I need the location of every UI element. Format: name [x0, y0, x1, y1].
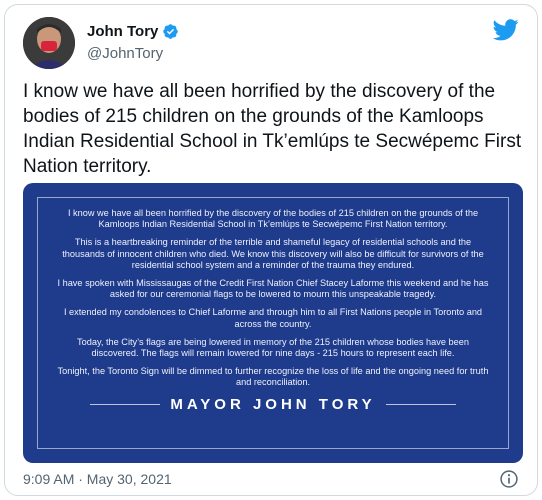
author-name-text[interactable]: John Tory: [87, 23, 158, 40]
tweet-timestamp[interactable]: 9:09 AM · May 30, 2021: [23, 471, 172, 487]
signature-rule-right: [385, 403, 456, 405]
statement-paragraph: I have spoken with Mississaugas of the C…: [57, 278, 489, 300]
tweet-card: John Tory @JohnTory I know we have all b…: [4, 4, 538, 496]
author-handle[interactable]: @JohnTory: [87, 45, 163, 62]
info-icon[interactable]: [499, 469, 519, 489]
signature-text: MAYOR JOHN TORY: [170, 395, 376, 413]
statement-signature: MAYOR JOHN TORY: [56, 396, 490, 413]
author-name[interactable]: John Tory: [87, 23, 179, 40]
statement-frame: I know we have all been horrified by the…: [37, 197, 509, 449]
statement-paragraph: This is a heartbreaking reminder of the …: [62, 237, 484, 270]
statement-paragraph: Tonight, the Toronto Sign will be dimmed…: [57, 366, 489, 388]
tweet-text: I know we have all been horrified by the…: [23, 81, 522, 177]
signature-rule-left: [90, 403, 161, 405]
statement-paragraph: I extended my condolences to Chief Lafor…: [63, 307, 483, 329]
avatar[interactable]: [23, 17, 75, 69]
statement-paragraph: Today, the City’s flags are being lowere…: [77, 336, 469, 359]
statement-paragraph: I know we have all been horrified by the…: [67, 208, 479, 230]
twitter-bird-icon[interactable]: [493, 19, 519, 41]
statement-image[interactable]: I know we have all been horrified by the…: [23, 183, 523, 463]
verified-badge-icon: [163, 24, 179, 39]
avatar-image: [23, 17, 75, 69]
